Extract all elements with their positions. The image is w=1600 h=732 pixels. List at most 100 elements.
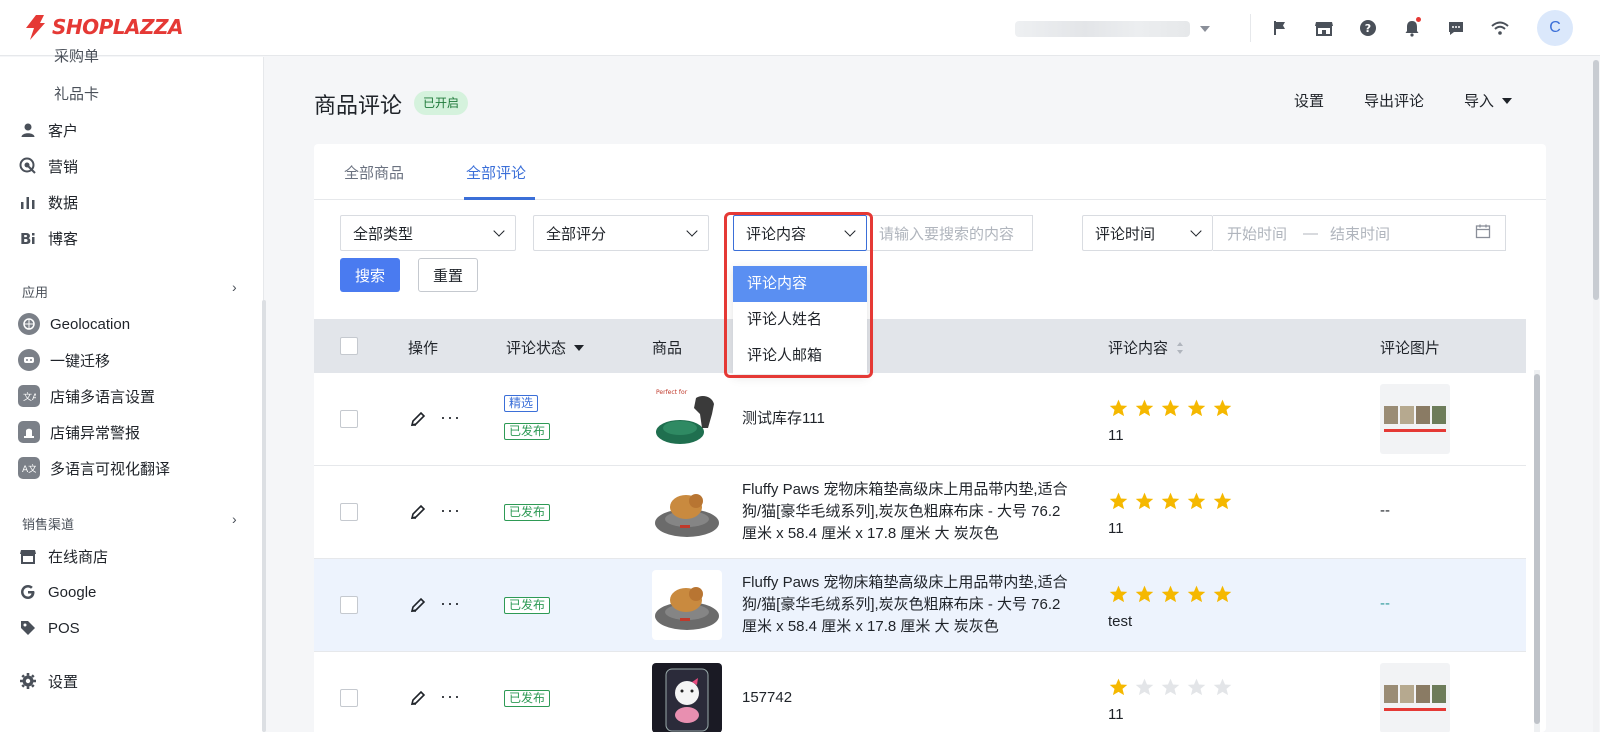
sidebar-item-label: 多语言可视化翻译 xyxy=(50,460,171,478)
search-button[interactable]: 搜索 xyxy=(340,258,400,292)
review-image[interactable] xyxy=(1380,663,1450,732)
row-checkbox[interactable] xyxy=(340,410,358,428)
user-avatar[interactable]: C xyxy=(1537,10,1573,46)
more-actions-icon[interactable]: ··· xyxy=(440,687,461,705)
rating-stars xyxy=(1108,584,1233,604)
chevron-down-icon xyxy=(493,224,505,237)
sidebar-app-migrate[interactable]: 一键迁移 xyxy=(18,348,110,372)
table-row[interactable]: ··· 已发布 157742 11 xyxy=(314,652,1526,732)
sidebar-item-label: 博客 xyxy=(48,230,79,248)
sidebar-item-customers[interactable]: 客户 xyxy=(18,118,78,142)
bell-icon[interactable] xyxy=(1397,14,1427,42)
column-header-content[interactable]: 评论内容 xyxy=(1108,337,1184,358)
product-thumbnail[interactable]: Perfect for xyxy=(652,384,722,454)
shoplazza-logo[interactable]: SHOPLAZZA xyxy=(22,13,184,41)
table-row[interactable]: ··· 已发布 Fluffy Paws 宠物床箱垫高级床上用品带内垫,适合狗/猫… xyxy=(314,466,1526,559)
sidebar-app-language[interactable]: 文A 店铺多语言设置 xyxy=(18,384,155,408)
settings-button[interactable]: 设置 xyxy=(1294,90,1324,111)
column-header-product: 商品 xyxy=(652,340,683,357)
select-all-checkbox[interactable] xyxy=(340,337,358,355)
product-name[interactable]: 157742 xyxy=(742,687,1072,709)
end-date-input[interactable]: 结束时间 xyxy=(1330,223,1390,244)
row-checkbox[interactable] xyxy=(340,689,358,707)
select-value: 全部类型 xyxy=(353,225,414,243)
sidebar-sub-item-gift-card[interactable]: 礼品卡 xyxy=(54,83,99,104)
sidebar-channel-google[interactable]: Google xyxy=(18,580,96,604)
star-icon xyxy=(1109,492,1128,510)
sidebar-app-alarm[interactable]: 店铺异常警报 xyxy=(18,420,140,444)
sidebar-app-geolocation[interactable]: Geolocation xyxy=(18,312,130,336)
gear-icon xyxy=(18,671,38,691)
rating-stars xyxy=(1108,398,1233,418)
search-placeholder: 请输入要搜索的内容 xyxy=(879,225,1015,243)
row-checkbox[interactable] xyxy=(340,596,358,614)
product-name[interactable]: Fluffy Paws 宠物床箱垫高级床上用品带内垫,适合狗/猫[豪华毛绒系列]… xyxy=(742,572,1072,638)
star-icon xyxy=(1161,585,1180,603)
export-reviews-button[interactable]: 导出评论 xyxy=(1364,90,1424,111)
type-filter-select[interactable]: 全部类型 xyxy=(340,215,516,251)
edit-pencil-icon[interactable] xyxy=(408,595,428,615)
svg-text:A文: A文 xyxy=(22,463,36,475)
no-images-placeholder: -- xyxy=(1380,502,1390,519)
reset-button[interactable]: 重置 xyxy=(418,258,478,292)
store-switcher[interactable] xyxy=(1015,20,1215,38)
sidebar-item-label: 营销 xyxy=(48,158,79,176)
flag-icon[interactable] xyxy=(1265,14,1295,42)
column-header-status[interactable]: 评论状态 xyxy=(506,337,585,358)
row-checkbox[interactable] xyxy=(340,503,358,521)
review-image[interactable] xyxy=(1380,384,1450,454)
more-actions-icon[interactable]: ··· xyxy=(440,408,461,426)
chat-icon[interactable] xyxy=(1441,14,1471,42)
sidebar-item-marketing[interactable]: 营销 xyxy=(18,154,78,178)
product-thumbnail[interactable] xyxy=(652,663,722,732)
sidebar-sub-item-partial[interactable]: 采购单 xyxy=(54,49,99,63)
time-field-select[interactable]: 评论时间 xyxy=(1082,215,1213,251)
product-name[interactable]: 测试库存111 xyxy=(742,408,1072,430)
logo-mark-icon xyxy=(26,15,45,40)
tab-all-reviews[interactable]: 全部评论 xyxy=(466,162,526,183)
star-icon xyxy=(1135,585,1154,603)
edit-pencil-icon[interactable] xyxy=(408,409,428,429)
date-range-picker[interactable]: 开始时间 — 结束时间 xyxy=(1213,215,1506,251)
help-icon[interactable]: ? xyxy=(1353,14,1383,42)
rating-filter-select[interactable]: 全部评分 xyxy=(533,215,709,251)
product-thumbnail[interactable] xyxy=(652,570,722,640)
column-header-action: 操作 xyxy=(408,340,439,357)
star-icon xyxy=(1161,399,1180,417)
geolocation-icon xyxy=(18,313,40,335)
start-date-input[interactable]: 开始时间 xyxy=(1227,223,1287,244)
page-scrollbar[interactable] xyxy=(1593,60,1599,732)
sidebar-scrollbar[interactable] xyxy=(262,300,266,732)
chevron-right-icon[interactable]: › xyxy=(232,511,237,527)
sidebar-channel-pos[interactable]: POS xyxy=(18,616,80,640)
store-icon[interactable] xyxy=(1309,14,1339,42)
more-actions-icon[interactable]: ··· xyxy=(440,501,461,519)
table-row[interactable]: ··· 精选 已发布 Perfect for 测试库存111 11 xyxy=(314,373,1526,466)
chevron-right-icon[interactable]: › xyxy=(232,279,237,295)
product-thumbnail[interactable] xyxy=(652,477,722,547)
tab-all-products[interactable]: 全部商品 xyxy=(344,162,404,183)
edit-pencil-icon[interactable] xyxy=(408,502,428,522)
review-text: 11 xyxy=(1108,520,1124,537)
more-actions-icon[interactable]: ··· xyxy=(440,594,461,612)
edit-pencil-icon[interactable] xyxy=(408,688,428,708)
star-icon xyxy=(1213,585,1232,603)
sidebar-channel-online-store[interactable]: 在线商店 xyxy=(18,544,108,568)
sidebar-item-settings[interactable]: 设置 xyxy=(18,669,78,693)
table-scrollbar[interactable] xyxy=(1534,370,1540,732)
search-input[interactable]: 请输入要搜索的内容 xyxy=(867,215,1033,251)
wifi-icon[interactable] xyxy=(1485,14,1515,42)
import-dropdown-button[interactable]: 导入 xyxy=(1464,90,1512,111)
table-row[interactable]: ··· 已发布 Fluffy Paws 宠物床箱垫高级床上用品带内垫,适合狗/猫… xyxy=(314,559,1526,652)
calendar-icon[interactable] xyxy=(1475,223,1491,243)
sidebar-item-blog[interactable]: B 博客 xyxy=(18,226,78,250)
product-name[interactable]: Fluffy Paws 宠物床箱垫高级床上用品带内垫,适合狗/猫[豪华毛绒系列]… xyxy=(742,479,1072,545)
sidebar-item-data[interactable]: 数据 xyxy=(18,190,78,214)
sidebar-item-label: 在线商店 xyxy=(48,548,109,566)
alarm-icon xyxy=(18,421,40,443)
star-icon xyxy=(1109,399,1128,417)
svg-text:Perfect for: Perfect for xyxy=(656,389,688,396)
table-header: 操作 评论状态 商品 评论内容 评论图片 xyxy=(314,319,1526,373)
star-icon xyxy=(1135,492,1154,510)
sidebar-app-translate[interactable]: A文 多语言可视化翻译 xyxy=(18,456,170,480)
